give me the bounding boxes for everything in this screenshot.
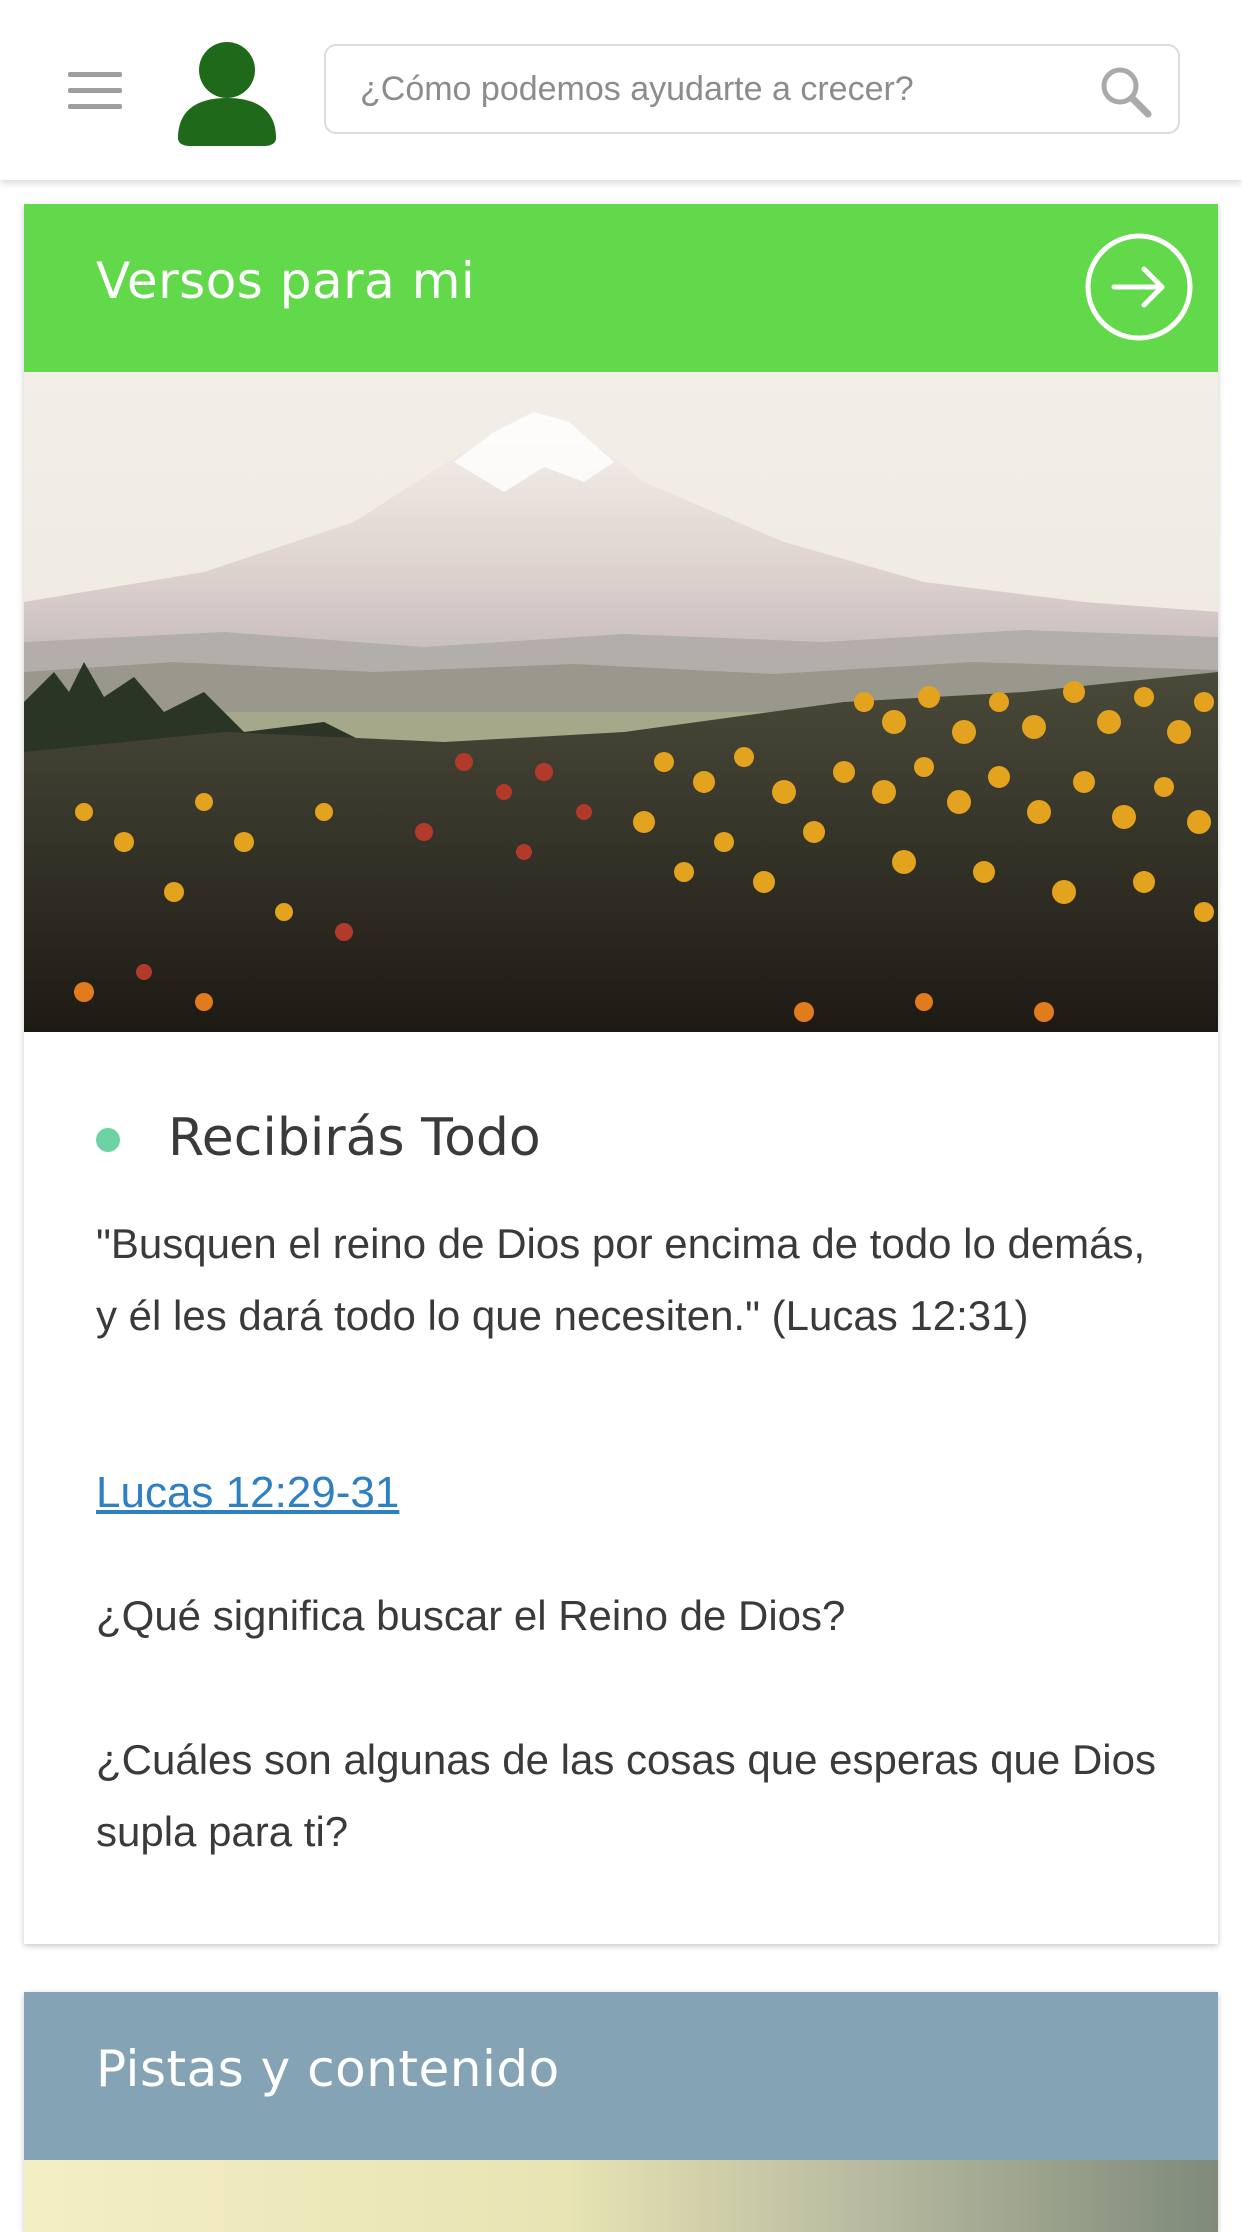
top-bar [0, 0, 1242, 180]
search-input[interactable] [360, 46, 1080, 132]
verses-card-header[interactable]: Versos para mi [24, 204, 1218, 372]
reflection-question-1: ¿Qué significa buscar el Reino de Dios? [96, 1592, 846, 1639]
arrow-right-circle-icon[interactable] [1084, 232, 1194, 342]
mountain-flower-field-photo [24, 372, 1218, 1032]
tracks-card: Pistas y contenido [24, 1992, 1218, 2232]
tracks-card-header[interactable]: Pistas y contenido [24, 1992, 1218, 2160]
verses-card-title: Versos para mi [96, 252, 476, 310]
tracks-card-image [24, 2160, 1218, 2232]
reflection-question-2: ¿Cuáles son algunas de las cosas que esp… [96, 1736, 1156, 1855]
verse-reference-link[interactable]: Lucas 12:29-31 [96, 1468, 399, 1518]
user-avatar-icon[interactable] [172, 38, 282, 148]
verses-card: Versos para mi Recibirás Todo "Busquen e… [24, 204, 1218, 1944]
search-icon[interactable] [1098, 64, 1154, 120]
verse-text: "Busquen el reino de Dios por encima de … [96, 1220, 1146, 1339]
search-bar [324, 44, 1180, 134]
hamburger-menu-icon[interactable] [60, 60, 132, 120]
verse-title: Recibirás Todo [168, 1108, 541, 1168]
verse-bullet [96, 1128, 120, 1152]
tracks-card-title: Pistas y contenido [96, 2040, 560, 2098]
